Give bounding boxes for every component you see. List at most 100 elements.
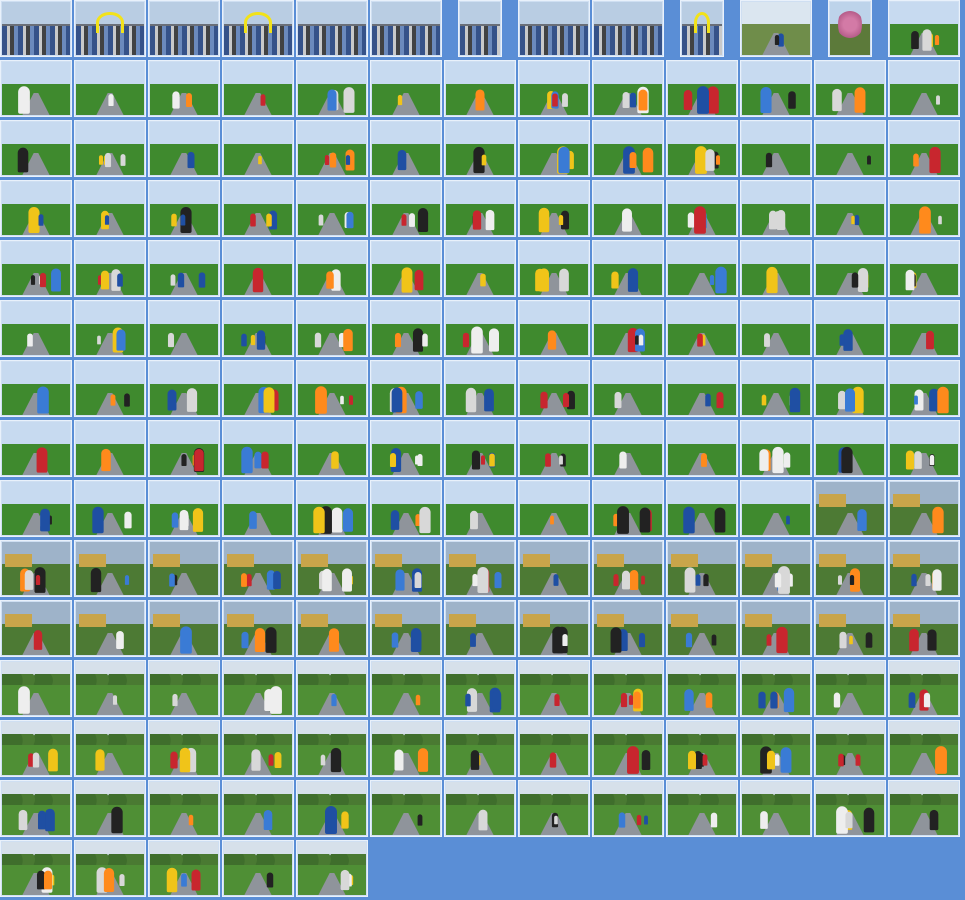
photo-thumbnail[interactable] — [222, 780, 294, 837]
photo-thumbnail[interactable] — [444, 300, 516, 357]
photo-thumbnail[interactable] — [74, 780, 146, 837]
photo-thumbnail[interactable] — [148, 540, 220, 597]
photo-thumbnail[interactable] — [74, 0, 146, 57]
photo-thumbnail[interactable] — [518, 0, 590, 57]
photo-thumbnail[interactable] — [222, 300, 294, 357]
photo-thumbnail[interactable] — [0, 300, 72, 357]
photo-thumbnail[interactable] — [0, 120, 72, 177]
photo-thumbnail[interactable] — [592, 720, 664, 777]
photo-thumbnail[interactable] — [222, 360, 294, 417]
photo-thumbnail[interactable] — [74, 420, 146, 477]
photo-thumbnail[interactable] — [444, 180, 516, 237]
photo-thumbnail[interactable] — [148, 120, 220, 177]
photo-thumbnail[interactable] — [888, 0, 960, 57]
photo-thumbnail[interactable] — [370, 120, 442, 177]
photo-thumbnail[interactable] — [148, 780, 220, 837]
photo-thumbnail[interactable] — [296, 0, 368, 57]
photo-thumbnail[interactable] — [888, 480, 960, 537]
photo-thumbnail[interactable] — [74, 360, 146, 417]
photo-thumbnail[interactable] — [74, 720, 146, 777]
photo-thumbnail[interactable] — [814, 420, 886, 477]
photo-thumbnail[interactable] — [222, 600, 294, 657]
photo-thumbnail[interactable] — [296, 780, 368, 837]
photo-thumbnail[interactable] — [592, 480, 664, 537]
photo-thumbnail[interactable] — [518, 780, 590, 837]
photo-thumbnail[interactable] — [444, 480, 516, 537]
photo-thumbnail[interactable] — [592, 780, 664, 837]
photo-thumbnail[interactable] — [370, 240, 442, 297]
photo-thumbnail[interactable] — [814, 540, 886, 597]
photo-thumbnail[interactable] — [0, 780, 72, 837]
photo-thumbnail[interactable] — [814, 360, 886, 417]
photo-thumbnail[interactable] — [0, 0, 72, 57]
photo-thumbnail[interactable] — [518, 180, 590, 237]
photo-thumbnail[interactable] — [0, 540, 72, 597]
photo-thumbnail[interactable] — [296, 300, 368, 357]
photo-thumbnail[interactable] — [592, 420, 664, 477]
photo-thumbnail[interactable] — [740, 660, 812, 717]
photo-thumbnail[interactable] — [592, 600, 664, 657]
photo-thumbnail[interactable] — [444, 360, 516, 417]
photo-thumbnail[interactable] — [222, 840, 294, 897]
photo-thumbnail[interactable] — [444, 780, 516, 837]
photo-thumbnail[interactable] — [0, 240, 72, 297]
photo-thumbnail[interactable] — [296, 480, 368, 537]
photo-thumbnail[interactable] — [888, 180, 960, 237]
photo-thumbnail[interactable] — [740, 600, 812, 657]
photo-thumbnail[interactable] — [518, 60, 590, 117]
photo-thumbnail[interactable] — [518, 360, 590, 417]
photo-thumbnail[interactable] — [814, 480, 886, 537]
photo-thumbnail[interactable] — [222, 660, 294, 717]
photo-thumbnail[interactable] — [74, 480, 146, 537]
photo-thumbnail[interactable] — [222, 120, 294, 177]
photo-thumbnail[interactable] — [370, 60, 442, 117]
photo-thumbnail[interactable] — [666, 420, 738, 477]
photo-thumbnail[interactable] — [148, 180, 220, 237]
photo-thumbnail[interactable] — [680, 0, 724, 57]
photo-thumbnail[interactable] — [148, 840, 220, 897]
photo-thumbnail[interactable] — [74, 600, 146, 657]
photo-thumbnail[interactable] — [370, 180, 442, 237]
photo-thumbnail[interactable] — [222, 0, 294, 57]
photo-thumbnail[interactable] — [740, 240, 812, 297]
photo-thumbnail[interactable] — [370, 300, 442, 357]
photo-thumbnail[interactable] — [296, 840, 368, 897]
photo-thumbnail[interactable] — [592, 240, 664, 297]
photo-thumbnail[interactable] — [370, 420, 442, 477]
photo-thumbnail[interactable] — [888, 420, 960, 477]
photo-thumbnail[interactable] — [148, 300, 220, 357]
photo-thumbnail[interactable] — [888, 120, 960, 177]
photo-thumbnail[interactable] — [666, 720, 738, 777]
photo-thumbnail[interactable] — [518, 420, 590, 477]
photo-thumbnail[interactable] — [666, 240, 738, 297]
photo-thumbnail[interactable] — [518, 540, 590, 597]
photo-thumbnail[interactable] — [222, 420, 294, 477]
photo-thumbnail[interactable] — [222, 540, 294, 597]
photo-thumbnail[interactable] — [148, 720, 220, 777]
photo-thumbnail[interactable] — [666, 360, 738, 417]
photo-thumbnail[interactable] — [518, 720, 590, 777]
photo-thumbnail[interactable] — [74, 120, 146, 177]
photo-thumbnail[interactable] — [74, 300, 146, 357]
photo-thumbnail[interactable] — [458, 0, 502, 57]
photo-thumbnail[interactable] — [740, 720, 812, 777]
photo-thumbnail[interactable] — [0, 480, 72, 537]
photo-thumbnail[interactable] — [0, 420, 72, 477]
photo-thumbnail[interactable] — [666, 120, 738, 177]
photo-thumbnail[interactable] — [296, 720, 368, 777]
photo-thumbnail[interactable] — [296, 360, 368, 417]
photo-thumbnail[interactable] — [296, 600, 368, 657]
photo-thumbnail[interactable] — [814, 240, 886, 297]
photo-thumbnail[interactable] — [0, 180, 72, 237]
photo-thumbnail[interactable] — [0, 600, 72, 657]
photo-thumbnail[interactable] — [888, 660, 960, 717]
photo-thumbnail[interactable] — [74, 540, 146, 597]
photo-thumbnail[interactable] — [740, 60, 812, 117]
photo-thumbnail[interactable] — [74, 840, 146, 897]
photo-thumbnail[interactable] — [370, 480, 442, 537]
photo-thumbnail[interactable] — [296, 180, 368, 237]
photo-thumbnail[interactable] — [740, 360, 812, 417]
photo-thumbnail[interactable] — [0, 840, 72, 897]
photo-thumbnail[interactable] — [592, 540, 664, 597]
photo-thumbnail[interactable] — [888, 300, 960, 357]
